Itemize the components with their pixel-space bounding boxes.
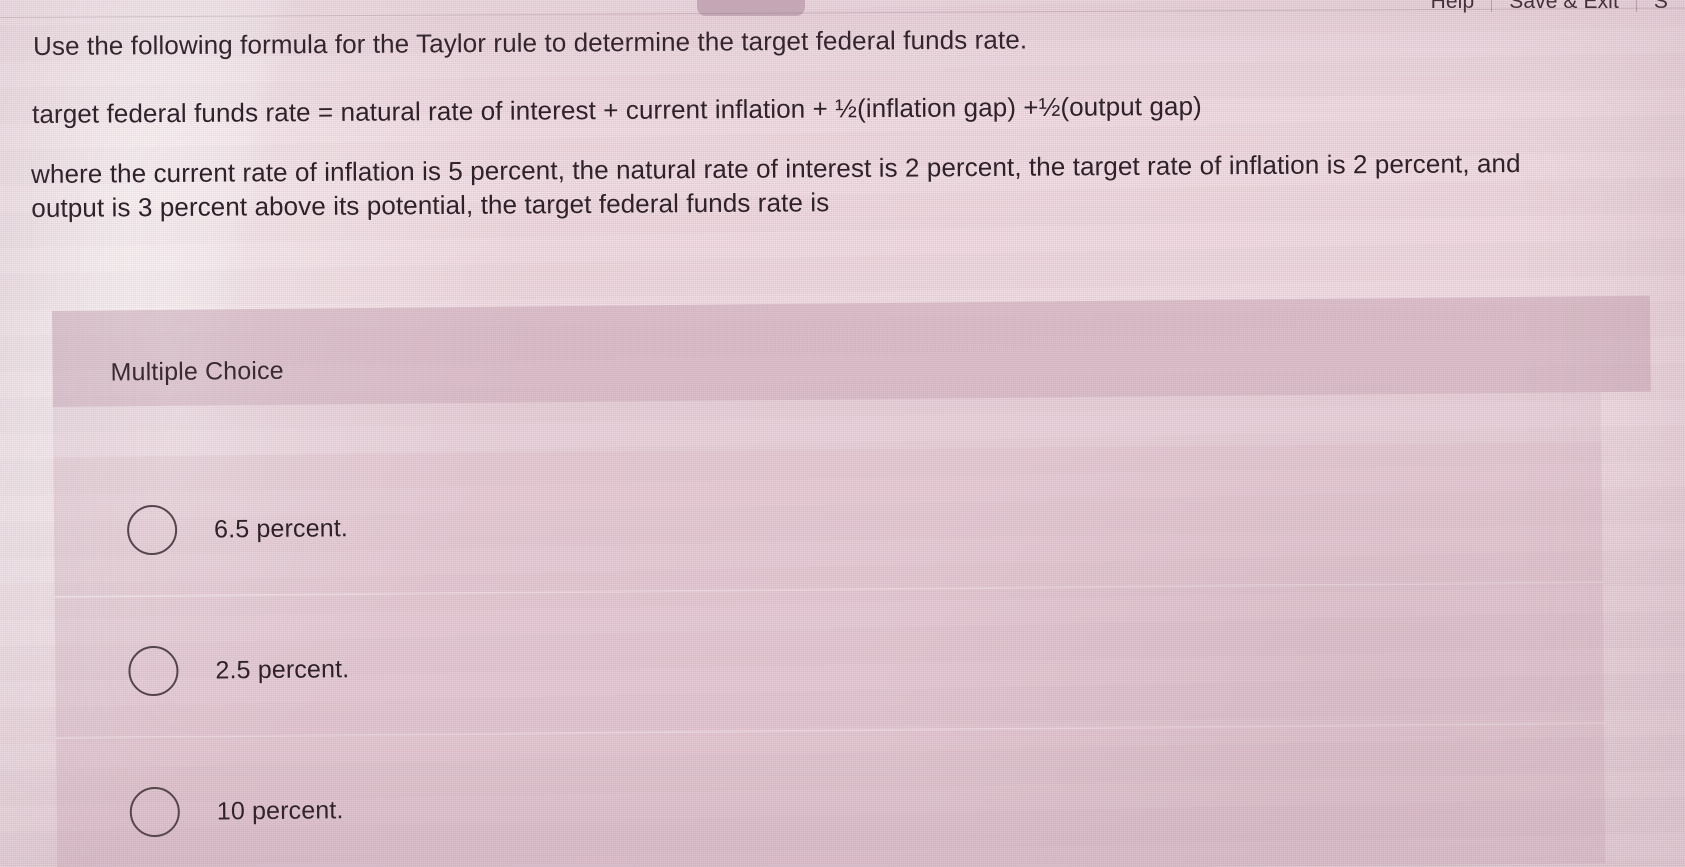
quiz-page: Help Save & Exit S Use the following for… [0,0,1685,867]
question-type-label: Multiple Choice [110,356,284,387]
photographed-screen: Help Save & Exit S Use the following for… [0,0,1685,867]
answer-panel-header: Multiple Choice [52,295,1651,407]
option-label: 2.5 percent. [215,655,350,685]
option-row[interactable]: 2.5 percent. [54,583,1605,737]
option-label: 6.5 percent. [213,514,349,544]
radio-button-icon[interactable] [128,645,179,697]
help-button[interactable]: Help [1414,0,1492,15]
radio-button-icon[interactable] [126,504,178,556]
question-body: where the current rate of inflation is 5… [31,148,1521,223]
option-row[interactable]: 6.5 percent. [53,442,1603,596]
option-label: 10 percent. [216,796,344,826]
radio-button-icon[interactable] [129,786,181,838]
option-row[interactable]: 10 percent. [56,724,1606,867]
question-intro: Use the following formula for the Taylor… [33,24,1028,61]
question-formula: target federal funds rate = natural rate… [32,90,1202,129]
answer-panel: Multiple Choice 6.5 percent. 2.5 percent… [52,295,1657,867]
